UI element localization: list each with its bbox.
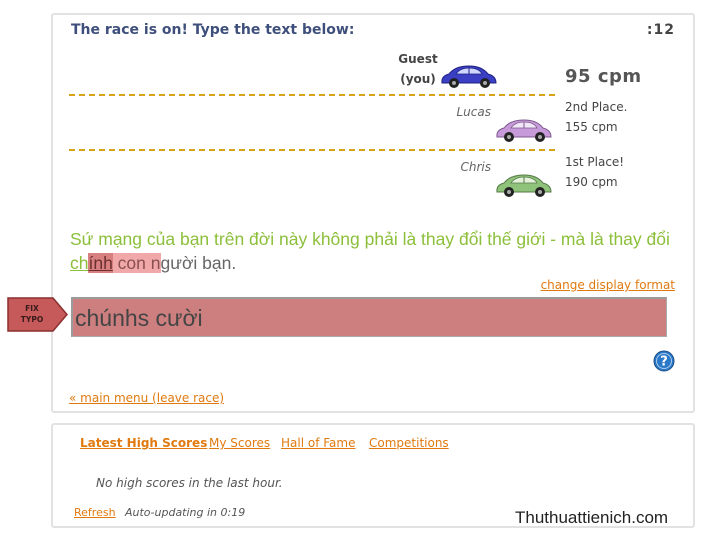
- change-display-format-link[interactable]: change display format: [541, 278, 675, 292]
- race-text-cursor-word: ch: [70, 253, 89, 273]
- lucas-speed: 155 cpm: [565, 120, 618, 134]
- you-speed: 95 cpm: [565, 66, 642, 87]
- fix-typo-line1: FIX: [25, 304, 39, 313]
- refresh-link[interactable]: Refresh: [74, 506, 116, 519]
- no-scores-message: No high scores in the last hour.: [96, 476, 283, 490]
- tab-my-scores[interactable]: My Scores: [209, 436, 270, 450]
- lucas-result: 2nd Place. 155 cpm: [565, 97, 627, 137]
- chris-place: 1st Place!: [565, 155, 625, 169]
- fix-typo-line2: TYPO: [21, 315, 43, 324]
- race-text-error-rest: con n: [112, 253, 161, 273]
- car-icon-lucas: [496, 119, 552, 142]
- racer-you-name: Guest (you): [398, 52, 438, 86]
- race-text-untyped: gười bạn.: [160, 253, 237, 273]
- race-text-error-current: ính: [88, 253, 113, 273]
- lane-divider: [69, 94, 555, 96]
- lucas-place: 2nd Place.: [565, 100, 628, 114]
- race-title: The race is on! Type the text below:: [71, 22, 355, 38]
- tab-competitions[interactable]: Competitions: [369, 436, 449, 450]
- race-panel: The race is on! Type the text below: :12…: [51, 13, 695, 413]
- svg-text:?: ?: [660, 355, 668, 370]
- chris-speed: 190 cpm: [565, 175, 618, 189]
- racer-lucas-name: Lucas: [456, 105, 492, 119]
- tab-latest-high-scores[interactable]: Latest High Scores: [80, 436, 207, 450]
- tab-hall-of-fame[interactable]: Hall of Fame: [281, 436, 355, 450]
- race-text: Sứ mạng của bạn trên đời này không phải …: [70, 227, 670, 275]
- help-question-icon[interactable]: ?: [653, 350, 675, 372]
- watermark: Thuthuattienich.com: [515, 508, 669, 527]
- fix-typo-badge: FIX TYPO: [7, 297, 68, 332]
- chris-result: 1st Place! 190 cpm: [565, 152, 624, 192]
- lane-divider: [69, 149, 555, 151]
- racer-chris-name: Chris: [460, 160, 491, 174]
- race-timer: :12: [646, 22, 675, 38]
- car-icon-chris: [496, 174, 552, 197]
- main-menu-link[interactable]: « main menu (leave race): [69, 391, 224, 405]
- car-icon-you: [441, 65, 497, 88]
- typing-input[interactable]: chúnhs cười: [71, 297, 667, 337]
- auto-update-status: Auto-updating in 0:19: [125, 506, 246, 519]
